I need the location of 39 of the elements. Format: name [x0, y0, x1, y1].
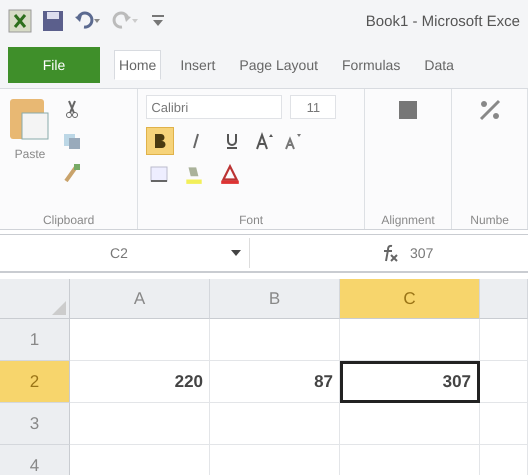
- grow-font-icon[interactable]: [254, 131, 274, 151]
- brush-icon[interactable]: [62, 163, 82, 183]
- table-cell: 307: [340, 361, 480, 403]
- formula-value[interactable]: 307: [410, 245, 434, 261]
- paste-label[interactable]: Paste: [14, 147, 46, 161]
- row-header[interactable]: 3: [0, 403, 70, 445]
- column-header[interactable]: C: [340, 279, 480, 319]
- app-icon[interactable]: [8, 9, 32, 33]
- grid-cell: [480, 361, 528, 403]
- group-label: Alignment: [381, 213, 435, 227]
- grid-cell: [480, 319, 528, 361]
- ribbon-tab[interactable]: Formulas: [337, 50, 406, 80]
- table-cell: 220: [70, 361, 210, 403]
- save-icon[interactable]: [42, 10, 64, 32]
- ribbon-tab[interactable]: Insert: [175, 50, 220, 80]
- row-header[interactable]: 2: [0, 361, 70, 403]
- caret-icon[interactable]: [231, 250, 241, 256]
- file-tab[interactable]: File: [8, 47, 100, 83]
- font-size-field[interactable]: 11: [290, 95, 336, 119]
- grid-cell: [480, 403, 528, 445]
- column-header[interactable]: A: [70, 279, 210, 319]
- ribbon-tab[interactable]: Page Layout: [234, 50, 323, 80]
- underline-icon: [225, 133, 240, 149]
- row-header[interactable]: 1: [0, 319, 70, 361]
- bold-icon: [153, 133, 168, 149]
- ribbon-tab[interactable]: Data: [419, 50, 459, 80]
- font-name-field[interactable]: Calibri: [146, 95, 282, 119]
- name-box[interactable]: C2: [0, 238, 250, 268]
- group-label: Clipboard: [42, 213, 96, 227]
- group-label: Numbe: [470, 213, 509, 227]
- row-header[interactable]: 4: [0, 445, 70, 475]
- bold-button[interactable]: [146, 127, 174, 155]
- column-header[interactable]: B: [210, 279, 340, 319]
- undo-icon[interactable]: [74, 11, 102, 31]
- group-label: Font: [238, 213, 264, 227]
- shrink-font-icon[interactable]: [282, 131, 302, 151]
- window-title: Book1 - Microsoft Exce: [366, 12, 520, 30]
- ribbon-tab[interactable]: Home: [114, 50, 162, 80]
- table-cell: 87: [210, 361, 340, 403]
